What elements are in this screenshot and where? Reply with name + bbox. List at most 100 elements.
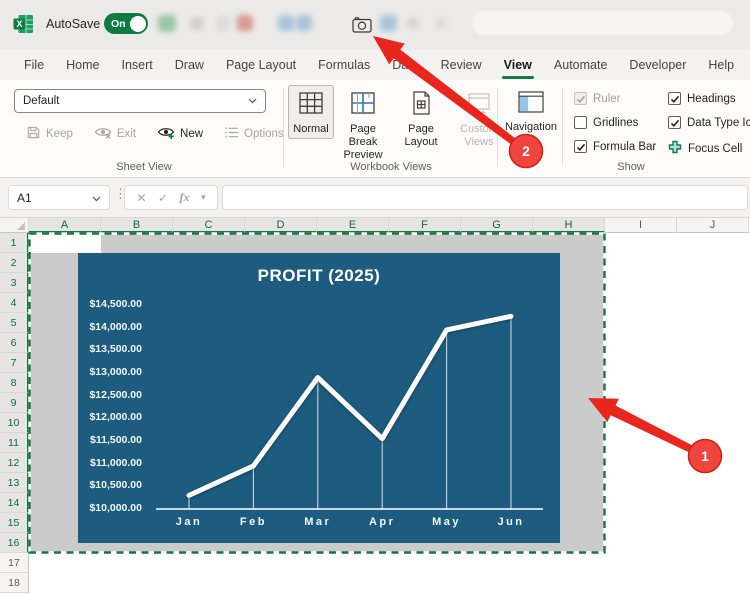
tab-view[interactable]: View xyxy=(493,50,543,80)
autosave-label: AutoSave xyxy=(46,17,100,31)
normal-view-icon xyxy=(298,90,324,120)
row-header-13[interactable]: 13 xyxy=(0,473,29,493)
workbook-views-buttons: NormalPage Break PreviewPage LayoutCusto… xyxy=(288,85,508,165)
row-header-11[interactable]: 11 xyxy=(0,433,29,453)
column-header-e[interactable]: E xyxy=(317,218,389,233)
show-option-headings[interactable]: Headings xyxy=(668,92,736,105)
checkbox-icon xyxy=(668,92,681,105)
column-header-a[interactable]: A xyxy=(29,218,101,233)
chevron-down-icon xyxy=(248,95,257,107)
tab-automate[interactable]: Automate xyxy=(543,50,619,80)
page-break-preview-icon xyxy=(350,90,376,120)
name-box-value: A1 xyxy=(17,191,32,205)
tab-review[interactable]: Review xyxy=(430,50,493,80)
eye-plus-icon xyxy=(157,125,175,143)
sheet-view-dropdown-value: Default xyxy=(23,95,59,107)
options-icon xyxy=(224,126,239,142)
focus-cell-icon xyxy=(668,140,682,157)
tab-home[interactable]: Home xyxy=(55,50,110,80)
save-icon xyxy=(26,125,41,143)
tab-draw[interactable]: Draw xyxy=(164,50,215,80)
row-header-7[interactable]: 7 xyxy=(0,353,29,373)
row-header-10[interactable]: 10 xyxy=(0,413,29,433)
camera-icon[interactable] xyxy=(350,13,374,36)
column-header-j[interactable]: J xyxy=(677,218,749,233)
navigation-button[interactable]: Navigation xyxy=(500,85,562,137)
row-header-12[interactable]: 12 xyxy=(0,453,29,473)
ribbon-separator xyxy=(283,88,284,166)
normal-button[interactable]: Normal xyxy=(288,85,334,139)
tab-data[interactable]: Data xyxy=(381,50,429,80)
blurred-toolbar-icon xyxy=(216,16,230,31)
x-tick-label: Mar xyxy=(288,516,348,528)
tab-insert[interactable]: Insert xyxy=(111,50,164,80)
blurred-toolbar-icon xyxy=(408,18,419,29)
row-header-16[interactable]: 16 xyxy=(0,533,29,553)
show-option-data-type-icons[interactable]: Data Type Icons xyxy=(668,116,750,129)
tab-file[interactable]: File xyxy=(13,50,55,80)
row-header-14[interactable]: 14 xyxy=(0,493,29,513)
tab-developer[interactable]: Developer xyxy=(618,50,697,80)
keep-button[interactable]: Keep xyxy=(26,125,73,143)
row-header-3[interactable]: 3 xyxy=(0,273,29,293)
row-header-6[interactable]: 6 xyxy=(0,333,29,353)
column-header-d[interactable]: D xyxy=(245,218,317,233)
ribbon-group-sheet-view: Default Keep Exit New Options Sheet View xyxy=(6,80,282,178)
row-header-8[interactable]: 8 xyxy=(0,373,29,393)
enter-check-icon[interactable]: ✓ xyxy=(158,191,168,205)
formula-input[interactable] xyxy=(222,185,748,210)
row-header-4[interactable]: 4 xyxy=(0,293,29,313)
x-tick-label: Feb xyxy=(223,516,283,528)
excel-window: X AutoSave On FileHomeInsertDrawPage Lay… xyxy=(0,0,750,594)
column-header-f[interactable]: F xyxy=(389,218,461,233)
column-header-h[interactable]: H xyxy=(533,218,605,233)
show-option-focus-cell[interactable]: Focus Cell xyxy=(668,140,742,157)
spreadsheet[interactable]: ABCDEFGHIJ 123456789101112131415161718 P… xyxy=(0,218,750,594)
ribbon-separator xyxy=(562,88,563,166)
group-label-sheet-view: Sheet View xyxy=(6,161,282,173)
blurred-toolbar-icon xyxy=(237,15,253,31)
show-option-gridlines[interactable]: Gridlines xyxy=(574,116,638,129)
show-option-formula-bar[interactable]: Formula Bar xyxy=(574,140,656,153)
new-button[interactable]: New xyxy=(157,125,203,143)
blurred-toolbar-icon xyxy=(278,15,294,31)
checkbox-icon xyxy=(574,92,587,105)
chart-plot xyxy=(78,253,560,543)
tab-bar: FileHomeInsertDrawPage LayoutFormulasDat… xyxy=(0,50,750,80)
row-header-2[interactable]: 2 xyxy=(0,253,29,273)
blurred-toolbar-icon xyxy=(380,15,397,31)
checkbox-icon xyxy=(574,116,587,129)
cancel-icon[interactable]: ✕ xyxy=(136,191,146,205)
column-header-c[interactable]: C xyxy=(173,218,245,233)
column-header-g[interactable]: G xyxy=(461,218,533,233)
row-header-18[interactable]: 18 xyxy=(0,573,29,593)
row-header-17[interactable]: 17 xyxy=(0,553,29,573)
page-layout-button[interactable]: Page Layout xyxy=(392,85,450,152)
checkbox-icon xyxy=(668,116,681,129)
tab-formulas[interactable]: Formulas xyxy=(307,50,381,80)
toggle-knob-icon xyxy=(130,16,146,32)
column-header-i[interactable]: I xyxy=(605,218,677,233)
tab-page-layout[interactable]: Page Layout xyxy=(215,50,307,80)
x-tick-label: Jun xyxy=(481,516,541,528)
exit-button[interactable]: Exit xyxy=(94,125,136,143)
row-header-9[interactable]: 9 xyxy=(0,393,29,413)
column-header-b[interactable]: B xyxy=(101,218,173,233)
profit-chart[interactable]: PROFIT (2025) $10,000.00$10,500.00$11,00… xyxy=(78,253,560,543)
show-option-ruler[interactable]: Ruler xyxy=(574,92,620,105)
options-button[interactable]: Options xyxy=(224,126,284,142)
row-header-1[interactable]: 1 xyxy=(0,233,29,253)
insert-function-button[interactable]: fx xyxy=(180,190,190,205)
formula-bar: A1 ⋮ ✕ ✓ fx ▾ xyxy=(0,178,750,218)
name-box[interactable]: A1 xyxy=(8,185,110,210)
page-break-preview-button[interactable]: Page Break Preview xyxy=(334,85,392,165)
blurred-search-box xyxy=(472,11,733,35)
excel-logo-icon: X xyxy=(13,14,34,34)
row-header-15[interactable]: 15 xyxy=(0,513,29,533)
sheet-view-dropdown[interactable]: Default xyxy=(14,89,266,113)
ribbon-group-show: Ruler Gridlines Formula Bar Headings Data Ty… xyxy=(566,80,750,178)
select-all-corner[interactable] xyxy=(0,218,29,233)
tab-help[interactable]: Help xyxy=(697,50,745,80)
row-header-5[interactable]: 5 xyxy=(0,313,29,333)
autosave-toggle[interactable]: On xyxy=(104,13,148,34)
